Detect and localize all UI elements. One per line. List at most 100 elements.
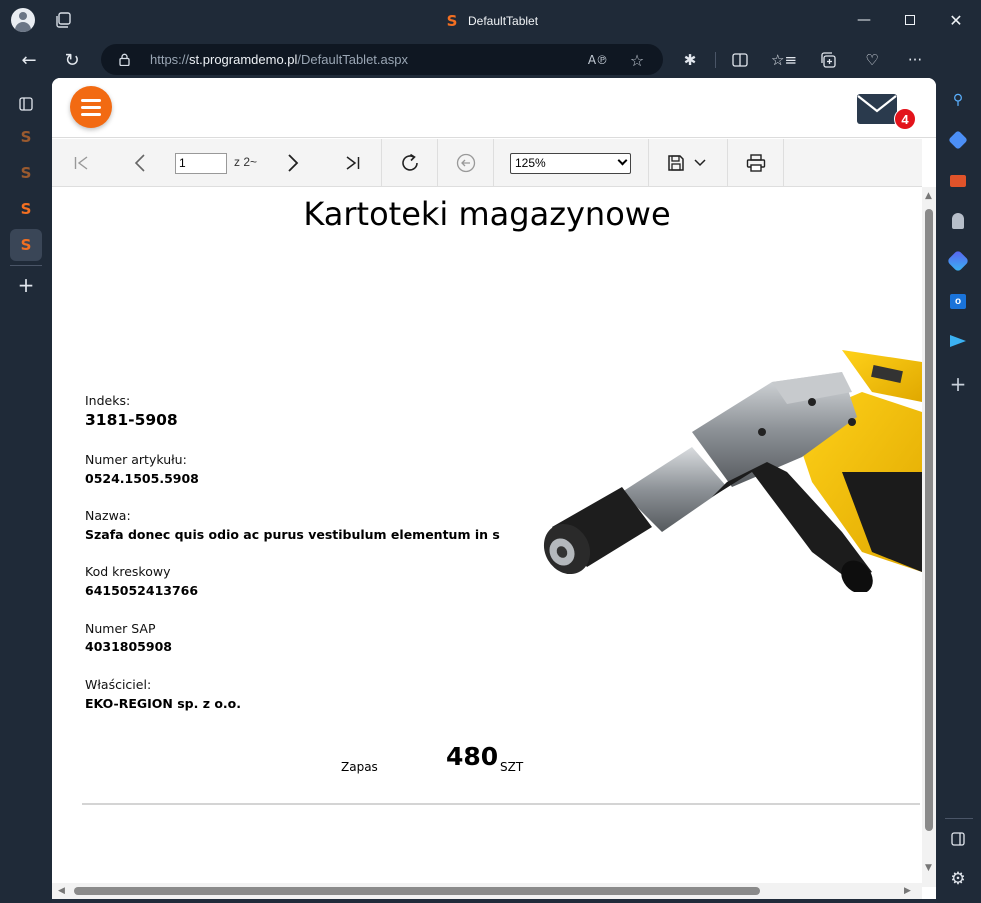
toolbar-separator [727,139,728,187]
menu-button[interactable] [70,86,112,128]
field-label-sap-number: Numer SAP [85,621,156,636]
next-page-button[interactable] [275,139,311,187]
product-image [543,350,922,592]
sidebar-divider [945,818,973,819]
vertical-tabs: S S S S + [0,80,52,903]
chevron-right-icon [288,154,299,172]
report-title: Kartoteki magazynowe [303,195,671,233]
zoom-select[interactable]: 125% [510,153,631,174]
extensions-icon[interactable]: ✱ [678,48,702,72]
vertical-scroll-thumb[interactable] [925,209,933,831]
last-page-button[interactable] [334,139,372,187]
mail-icon[interactable] [856,93,898,125]
app-logo-icon: S [446,12,458,30]
app-logo-icon: S [20,236,32,254]
tab-actions-icon[interactable] [10,88,42,120]
minimize-button[interactable]: — [841,0,887,40]
first-page-icon [74,156,88,170]
more-options-icon[interactable]: ··· [903,48,927,72]
tab-1[interactable]: S [10,121,42,153]
chevron-down-icon [617,155,628,166]
app-header: 4 [52,78,936,138]
back-to-parent-button[interactable] [446,139,486,187]
field-label-index: Indeks: [85,393,131,408]
search-icon[interactable]: ⚲ [947,89,969,111]
field-value-index: 3181-5908 [85,411,178,429]
window-title: S DefaultTablet [444,11,538,31]
shopping-tag-icon[interactable] [947,129,969,151]
scroll-right-icon[interactable]: ▶ [904,886,911,896]
page-viewport: 4 1 z 2~ 125% Kartoteki magazynowe Indek… [52,78,936,899]
maximize-icon [905,15,915,25]
first-page-button[interactable] [62,139,100,187]
scroll-left-icon[interactable]: ◀ [58,886,65,896]
printer-icon [746,154,766,172]
horizontal-scrollbar[interactable]: ◀ ▶ [52,883,922,899]
app-logo-icon: S [20,200,32,218]
page-number-input[interactable]: 1 [175,153,227,174]
back-button[interactable]: ← [15,46,43,74]
url-text[interactable]: https://st.programdemo.pl/DefaultTablet.… [150,44,408,75]
toolbar-divider [715,52,716,68]
scroll-up-icon[interactable]: ▲ [925,191,932,201]
title-bar: S DefaultTablet — ✕ [0,0,981,40]
mail-count-badge[interactable]: 4 [894,108,916,130]
tab-2[interactable]: S [10,157,42,189]
close-window-button[interactable]: ✕ [933,0,979,40]
add-sidebar-app-icon[interactable]: + [947,372,969,396]
tab-4-active[interactable]: S [10,229,42,261]
previous-page-button[interactable] [122,139,158,187]
page-count-label: z 2~ [234,155,258,169]
tab-divider [10,265,42,266]
refresh-report-button[interactable] [390,139,430,187]
send-icon[interactable] [947,330,969,352]
field-value-owner: EKO-REGION sp. z o.o. [85,696,242,711]
report-viewer-toolbar: 1 z 2~ 125% [52,139,922,187]
address-bar[interactable]: https://st.programdemo.pl/DefaultTablet.… [101,44,663,75]
tab-3[interactable]: S [10,193,42,225]
microsoft-365-icon[interactable] [946,249,970,273]
field-value-name: Szafa donec quis odio ac purus vestibulu… [85,527,500,542]
edge-sidebar: ⚲ o + ⚙ [937,80,981,903]
maximize-button[interactable] [887,0,933,40]
stock-value: 480 [446,742,499,771]
last-page-icon [346,156,360,170]
workspaces-icon[interactable] [54,11,72,29]
stock-unit: SZT [500,760,524,774]
app-logo-icon: S [20,164,32,182]
vertical-scrollbar[interactable]: ▲ ▼ [922,187,936,887]
lock-icon [119,53,130,66]
read-aloud-icon[interactable]: A℗ [587,49,609,71]
favorite-star-icon[interactable]: ☆ [626,49,648,71]
profile-avatar-icon[interactable] [11,8,35,32]
back-circle-icon [456,153,476,173]
save-disk-icon [667,155,684,171]
horizontal-scroll-thumb[interactable] [74,887,760,895]
app-logo-icon: S [20,128,32,146]
scroll-down-icon[interactable]: ▼ [925,863,932,873]
report-page: Kartoteki magazynowe Indeks: 3181-5908 N… [52,187,922,883]
games-icon[interactable] [947,210,969,232]
export-save-button[interactable] [660,139,712,187]
report-divider [82,803,920,805]
toolbar-separator [648,139,649,187]
split-screen-icon[interactable] [728,48,752,72]
favorites-icon[interactable]: ☆≡ [771,48,797,72]
field-value-barcode: 6415052413766 [85,583,199,598]
zoom-value: 125% [515,156,546,170]
browser-essentials-icon[interactable]: ♡ [860,48,884,72]
outlook-icon[interactable]: o [947,290,969,312]
refresh-button[interactable]: ↻ [58,46,86,74]
collections-icon[interactable] [816,48,840,72]
print-button[interactable] [736,139,776,187]
toolbar-separator [437,139,438,187]
chevron-left-icon [134,154,145,172]
settings-gear-icon[interactable]: ⚙ [947,868,969,890]
chevron-down-icon [693,159,706,167]
window-title-text: DefaultTablet [468,14,539,28]
tools-briefcase-icon[interactable] [947,170,969,192]
new-tab-icon[interactable]: + [10,269,42,301]
field-label-name: Nazwa: [85,508,131,523]
toolbar-separator [783,139,784,187]
hide-sidebar-icon[interactable] [947,828,969,850]
